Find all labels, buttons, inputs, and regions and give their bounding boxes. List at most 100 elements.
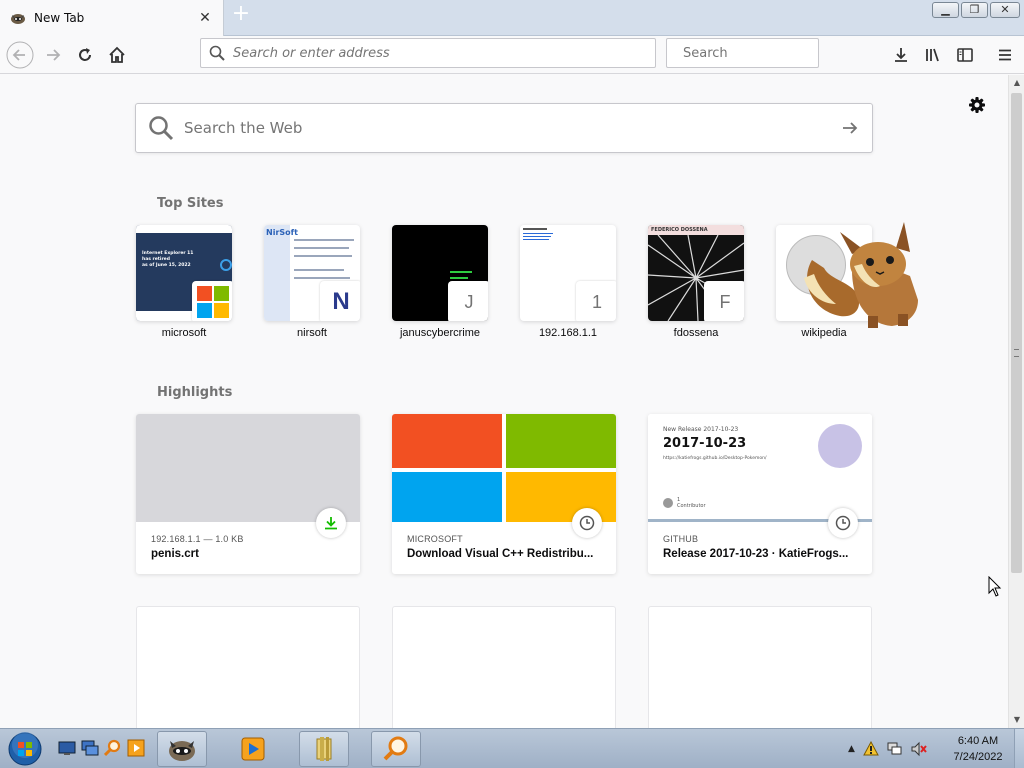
tab-new-tab[interactable]: New Tab ✕: [0, 0, 224, 36]
system-clock[interactable]: 6:40 AM 7/24/2022: [945, 733, 1011, 765]
downloads-button[interactable]: [886, 40, 916, 70]
taskbar-raccoon-app[interactable]: [157, 731, 207, 767]
raccoon-favicon-icon: [10, 10, 26, 26]
top-site-tile[interactable]: FEDERICO DOSSENA F fdossena: [648, 225, 744, 339]
url-bar[interactable]: [200, 38, 656, 68]
back-button[interactable]: [5, 40, 35, 70]
top-site-label: 192.168.1.1: [538, 327, 598, 339]
media-quicklaunch-icon[interactable]: [127, 739, 145, 757]
search-quicklaunch-icon[interactable]: [103, 739, 122, 757]
library-icon: [926, 48, 939, 62]
network-tray-icon[interactable]: [887, 741, 903, 757]
forward-button[interactable]: [38, 40, 68, 70]
top-site-tile[interactable]: J januscybercrime: [392, 225, 488, 339]
eevee-sprite-image: [804, 222, 918, 328]
hamburger-menu-icon: [999, 49, 1011, 61]
library-button[interactable]: [918, 40, 948, 70]
taskbar-search-app[interactable]: [371, 731, 421, 767]
fdossena-header-text: FEDERICO DOSSENA: [651, 227, 708, 233]
search-bar[interactable]: [666, 38, 853, 68]
highlight-title: Download Visual C++ Redistribu...: [407, 548, 594, 560]
search-go-button[interactable]: [828, 104, 872, 152]
highlight-card[interactable]: 192.168.1.1 — 1.0 KB penis.crt: [136, 414, 360, 574]
menu-button[interactable]: [990, 40, 1020, 70]
windows-taskbar: ▲ 6:40 AM 7/24/2022: [0, 728, 1024, 768]
navigation-toolbar: [0, 36, 1024, 74]
tab-title: New Tab: [34, 11, 85, 25]
top-site-tile[interactable]: 1 192.168.1.1: [520, 225, 616, 339]
anime-avatar-image: [818, 424, 862, 468]
highlight-title: Release 2017-10-23 · KatieFrogs...: [663, 548, 849, 560]
sidebar-button[interactable]: [950, 40, 980, 70]
highlight-context-button[interactable]: [316, 508, 346, 538]
minimize-icon: ▁: [941, 3, 950, 16]
thumb-text-line-2: as of June 15, 2022: [142, 263, 191, 268]
tab-close-icon[interactable]: ✕: [197, 10, 213, 26]
action-center-icon[interactable]: [863, 741, 879, 757]
web-search-input[interactable]: [184, 119, 828, 137]
magnifier-icon: [383, 736, 408, 761]
microsoft-logo-preview: [392, 414, 616, 522]
scroll-thumb[interactable]: [1011, 93, 1022, 573]
folder-icon: [316, 737, 332, 761]
top-site-label: fdossena: [673, 327, 719, 339]
home-button[interactable]: [102, 40, 132, 70]
close-window-button[interactable]: ✕: [990, 2, 1020, 18]
windows-orb-icon: [8, 732, 42, 766]
highlight-context-button[interactable]: [828, 508, 858, 538]
volume-muted-icon[interactable]: [911, 741, 927, 757]
highlight-card[interactable]: New Release 2017-10-23 2017-10-23 https:…: [648, 414, 872, 574]
preview-link: https://katiefrogs.github.io/Desktop-Pok…: [663, 456, 767, 461]
customize-button[interactable]: [966, 94, 988, 116]
new-tab-plus-icon[interactable]: +: [230, 3, 252, 26]
search-input[interactable]: [683, 45, 853, 61]
nirsoft-logo-text: NirSoft: [266, 228, 298, 237]
tray-expand-icon[interactable]: ▲: [848, 744, 855, 754]
top-site-thumbnail: 1: [520, 225, 616, 321]
download-icon: [325, 517, 337, 530]
arrow-right-icon: [843, 122, 858, 134]
top-site-label: nirsoft: [297, 327, 327, 339]
top-site-label: microsoft: [161, 327, 207, 339]
scroll-down-icon[interactable]: ▼: [1009, 712, 1024, 728]
highlight-title: penis.crt: [151, 548, 199, 560]
start-button[interactable]: [6, 731, 44, 767]
search-icon: [149, 116, 174, 141]
taskbar-file-explorer[interactable]: [299, 731, 349, 767]
top-site-tile[interactable]: NirSoft N nirsoft: [264, 225, 360, 339]
januscybercrime-badge: J: [448, 281, 488, 321]
empty-highlight-card: [392, 606, 616, 728]
scroll-up-icon[interactable]: ▲: [1009, 75, 1024, 91]
github-release-preview: New Release 2017-10-23 2017-10-23 https:…: [648, 414, 872, 522]
url-input[interactable]: [233, 45, 655, 61]
search-icon: [209, 45, 225, 61]
clock-icon: [579, 515, 595, 531]
restore-button[interactable]: ❐: [961, 2, 988, 18]
highlight-preview: [136, 414, 360, 522]
sidebar-icon: [957, 48, 973, 62]
gear-icon: [969, 97, 985, 113]
show-desktop-quicklaunch-icon[interactable]: [58, 739, 76, 757]
minimize-button[interactable]: ▁: [932, 2, 959, 18]
top-site-thumbnail: Internet Explorer 11 has retired as of J…: [136, 225, 232, 321]
thumb-text-line-1: Internet Explorer 11 has retired: [142, 251, 194, 262]
top-site-tile[interactable]: Internet Explorer 11 has retired as of J…: [136, 225, 232, 339]
ip-badge: 1: [576, 281, 616, 321]
web-search-box[interactable]: [135, 103, 873, 153]
top-sites-heading: Top Sites: [157, 196, 224, 211]
top-site-label: januscybercrime: [399, 327, 481, 339]
home-icon: [109, 46, 125, 63]
reload-button[interactable]: [70, 40, 100, 70]
clock-time: 6:40 AM: [957, 735, 999, 747]
back-arrow-icon: [6, 41, 34, 69]
network-quicklaunch-icon[interactable]: [81, 739, 99, 757]
highlight-source: MICROSOFT: [407, 534, 463, 544]
preview-heading: New Release 2017-10-23: [663, 426, 739, 433]
highlight-context-button[interactable]: [572, 508, 602, 538]
highlights-heading: Highlights: [157, 385, 233, 400]
restore-icon: ❐: [969, 3, 980, 16]
taskbar-media-app[interactable]: [228, 731, 278, 767]
page-scrollbar[interactable]: ▲ ▼: [1008, 75, 1024, 728]
show-desktop-button[interactable]: [1014, 729, 1024, 768]
highlight-card[interactable]: MICROSOFT Download Visual C++ Redistribu…: [392, 414, 616, 574]
